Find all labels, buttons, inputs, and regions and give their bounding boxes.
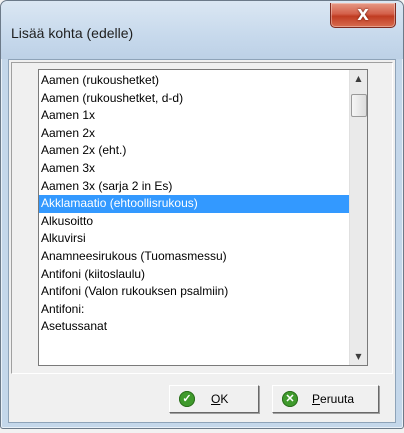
list-item[interactable]: Alkusoitto [39, 213, 350, 231]
scroll-down-arrow-icon[interactable]: ▼ [350, 348, 367, 365]
list-items: Aamen (rukoushetket) Aamen (rukoushetket,… [39, 72, 350, 336]
list-item[interactable]: Aamen 1x [39, 107, 350, 125]
list-item[interactable]: Aamen 3x [39, 160, 350, 178]
dialog-client-area: Aamen (rukoushetket) Aamen (rukoushetket,… [8, 59, 396, 423]
list-item[interactable]: Aamen 2x [39, 125, 350, 143]
cancel-icon: ✕ [282, 391, 298, 407]
close-button[interactable]: X [330, 3, 396, 28]
cancel-button[interactable]: ✕ Peruuta [272, 385, 379, 413]
cancel-button-label: Peruuta [312, 392, 355, 406]
list-item[interactable]: Anamneesirukous (Tuomasmessu) [39, 248, 350, 266]
list-panel: Aamen (rukoushetket) Aamen (rukoushetket,… [11, 62, 393, 374]
list-item[interactable]: Alkuvirsi [39, 230, 350, 248]
ok-button[interactable]: ✓ OK [169, 385, 259, 413]
list-item[interactable]: Antifoni: [39, 301, 350, 319]
vertical-scrollbar[interactable]: ▲ ▼ [349, 70, 367, 365]
list-item[interactable]: Antifoni (kiitoslaulu) [39, 266, 350, 284]
window-title: Lisää kohta (edelle) [11, 25, 134, 41]
title-bar[interactable]: Lisää kohta (edelle) X [1, 1, 403, 59]
ok-button-label: OK [211, 392, 229, 406]
list-item[interactable]: Antifoni (Valon rukouksen psalmiin) [39, 283, 350, 301]
check-icon: ✓ [179, 391, 195, 407]
list-item[interactable]: Aamen (rukoushetket) [39, 72, 350, 90]
list-item[interactable]: Aamen 3x (sarja 2 in Es) [39, 178, 350, 196]
dialog-window: Lisää kohta (edelle) X Aamen (rukoushetk… [0, 0, 404, 429]
list-item[interactable]: Akklamaatio (ehtoollisrukous) [39, 195, 350, 213]
item-listbox[interactable]: Aamen (rukoushetket) Aamen (rukoushetket,… [38, 69, 368, 366]
list-item[interactable]: Aamen 2x (eht.) [39, 142, 350, 160]
list-item[interactable]: Asetussanat [39, 318, 350, 336]
list-item[interactable]: Aamen (rukoushetket, d-d) [39, 90, 350, 108]
scroll-thumb[interactable] [351, 94, 367, 117]
close-icon: X [357, 6, 369, 24]
scroll-up-arrow-icon[interactable]: ▲ [350, 70, 367, 87]
